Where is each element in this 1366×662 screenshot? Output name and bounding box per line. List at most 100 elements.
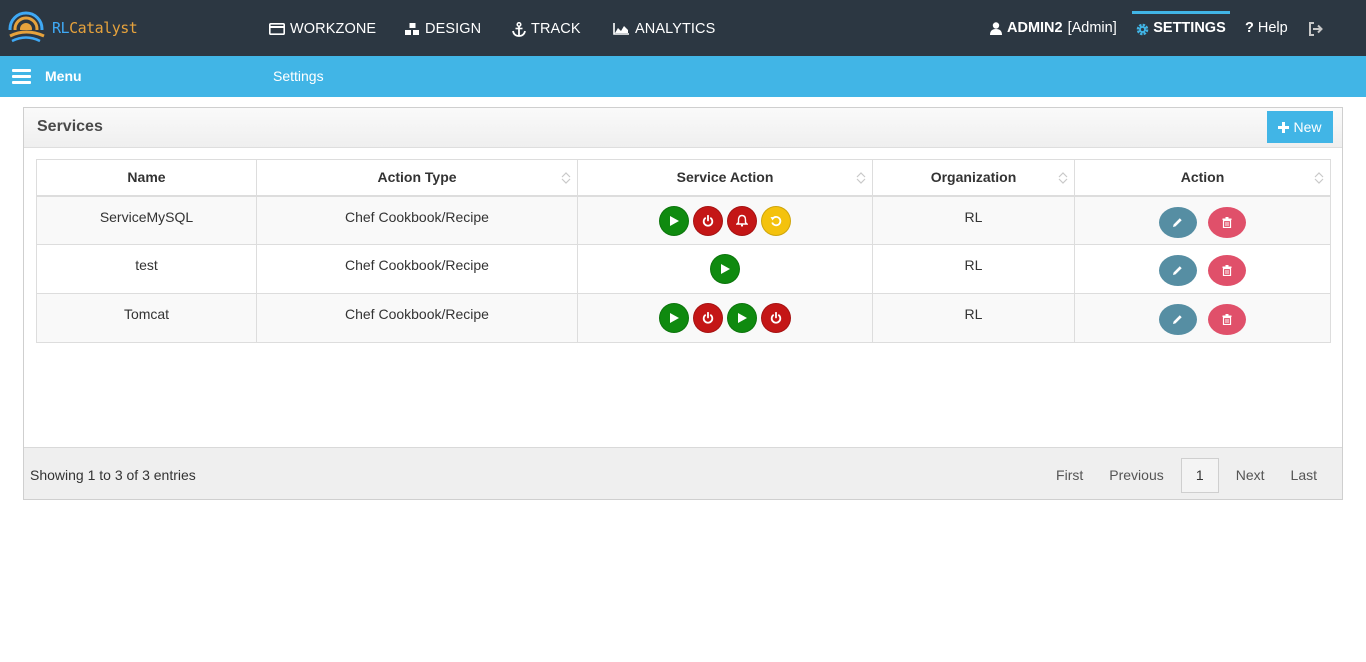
nav-design-label: DESIGN [425, 21, 482, 37]
sort-icon [1314, 172, 1324, 184]
play-icon [668, 215, 680, 227]
cell-action [1074, 195, 1331, 245]
user-menu[interactable]: ADMIN2 [Admin] [990, 20, 1117, 36]
edit-button[interactable] [1158, 304, 1197, 335]
table-footer: Showing 1 to 3 of 3 entries First Previo… [24, 447, 1342, 499]
gear-icon [1136, 23, 1149, 36]
cell-organization: RL [872, 195, 1075, 245]
column-header-action[interactable]: Action [1074, 159, 1331, 197]
power-icon [702, 312, 714, 324]
play-icon [719, 263, 731, 275]
menu-toggle[interactable]: Menu [12, 68, 82, 84]
column-header-organization[interactable]: Organization [872, 159, 1075, 197]
anchor-icon [512, 21, 526, 37]
pager-page-1[interactable]: 1 [1180, 458, 1219, 493]
delete-button[interactable] [1207, 206, 1246, 238]
pager-next[interactable]: Next [1223, 458, 1278, 493]
cell-action-type: Chef Cookbook/Recipe [256, 293, 578, 343]
logo-mark-icon [8, 11, 48, 48]
bell-icon [736, 214, 748, 227]
nav-track[interactable]: TRACK [512, 20, 581, 38]
sort-icon [561, 172, 571, 184]
play-icon [736, 312, 748, 324]
column-header-action-type[interactable]: Action Type [256, 159, 578, 197]
panel-header: Services New [24, 108, 1342, 148]
new-button-label: New [1293, 119, 1322, 135]
column-header-organization-label: Organization [930, 169, 1017, 186]
hamburger-icon [12, 68, 31, 84]
sort-icon [856, 172, 866, 184]
cell-action [1074, 293, 1331, 343]
edit-button[interactable] [1158, 206, 1197, 238]
power-icon [770, 312, 782, 324]
cell-organization: RL [872, 293, 1075, 343]
trash-icon [1222, 265, 1231, 276]
service-restart-button[interactable] [761, 205, 791, 236]
restart-icon [770, 215, 782, 227]
service-start-button[interactable] [710, 254, 740, 284]
service-start-button[interactable] [659, 303, 689, 333]
table-row: Tomcat Chef Cookbook/Recipe RL [36, 293, 1331, 343]
user-icon [990, 21, 1002, 35]
design-icon [405, 22, 419, 35]
cell-service-action [577, 244, 873, 294]
service-start-button[interactable] [727, 303, 757, 333]
pager-previous[interactable]: Previous [1096, 458, 1176, 493]
nav-workzone[interactable]: WORKZONE [269, 20, 376, 38]
help-link[interactable]: ? Help [1245, 20, 1288, 36]
pager-first[interactable]: First [1043, 458, 1096, 493]
logout-button[interactable] [1308, 22, 1324, 39]
sort-icon [1058, 172, 1068, 184]
menu-label: Menu [45, 68, 82, 84]
sub-navbar: Menu Settings [0, 56, 1366, 97]
breadcrumb: Settings [273, 68, 324, 84]
top-navbar: RLCatalyst WORKZONE DESIGN TRACK ANALYTI… [0, 0, 1366, 56]
pencil-icon [1173, 315, 1182, 324]
column-header-name[interactable]: Name [36, 159, 257, 197]
rlcatalyst-logo[interactable]: RLCatalyst [6, 8, 138, 50]
user-role: [Admin] [1067, 20, 1117, 36]
delete-button[interactable] [1207, 255, 1246, 286]
pager-last[interactable]: Last [1278, 458, 1330, 493]
column-header-service-action[interactable]: Service Action [577, 159, 873, 197]
nav-track-label: TRACK [531, 21, 581, 37]
new-service-button[interactable]: New [1267, 111, 1333, 143]
pencil-icon [1173, 217, 1182, 227]
cell-action-type: Chef Cookbook/Recipe [256, 244, 578, 294]
chart-icon [613, 23, 629, 35]
cell-organization: RL [872, 244, 1075, 294]
cell-name: ServiceMySQL [36, 195, 257, 245]
column-header-action-label: Action [1180, 169, 1225, 186]
service-stop-button[interactable] [761, 303, 791, 333]
service-stop-button[interactable] [693, 303, 723, 333]
cell-action-type: Chef Cookbook/Recipe [256, 195, 578, 245]
service-alert-button[interactable] [727, 205, 757, 236]
cell-service-action [577, 293, 873, 343]
table-row: ServiceMySQL Chef Cookbook/Recipe RL [36, 195, 1331, 245]
play-icon [668, 312, 680, 324]
column-header-action-type-label: Action Type [377, 169, 457, 186]
delete-button[interactable] [1207, 304, 1246, 335]
services-panel: Services New Name Action Type Service Ac… [23, 107, 1343, 500]
nav-settings[interactable]: SETTINGS [1132, 11, 1230, 56]
cell-service-action [577, 195, 873, 245]
entries-info: Showing 1 to 3 of 3 entries [30, 467, 196, 483]
power-icon [702, 214, 714, 227]
table-row: test Chef Cookbook/Recipe RL [36, 244, 1331, 294]
logo-text: RLCatalyst [52, 19, 138, 37]
trash-icon [1222, 216, 1231, 228]
nav-analytics[interactable]: ANALYTICS [613, 20, 715, 38]
service-start-button[interactable] [659, 205, 689, 236]
services-table: Name Action Type Service Action Organiza… [36, 159, 1331, 343]
table-header-row: Name Action Type Service Action Organiza… [36, 159, 1331, 197]
edit-button[interactable] [1158, 255, 1197, 286]
pencil-icon [1173, 266, 1182, 275]
nav-design[interactable]: DESIGN [405, 20, 481, 38]
question-icon: ? [1245, 20, 1254, 36]
service-stop-button[interactable] [693, 205, 723, 236]
nav-settings-label: SETTINGS [1153, 20, 1226, 36]
cell-name: Tomcat [36, 293, 257, 343]
pagination: First Previous 1 Next Last [1043, 458, 1330, 493]
trash-icon [1222, 314, 1231, 325]
cell-action [1074, 244, 1331, 294]
